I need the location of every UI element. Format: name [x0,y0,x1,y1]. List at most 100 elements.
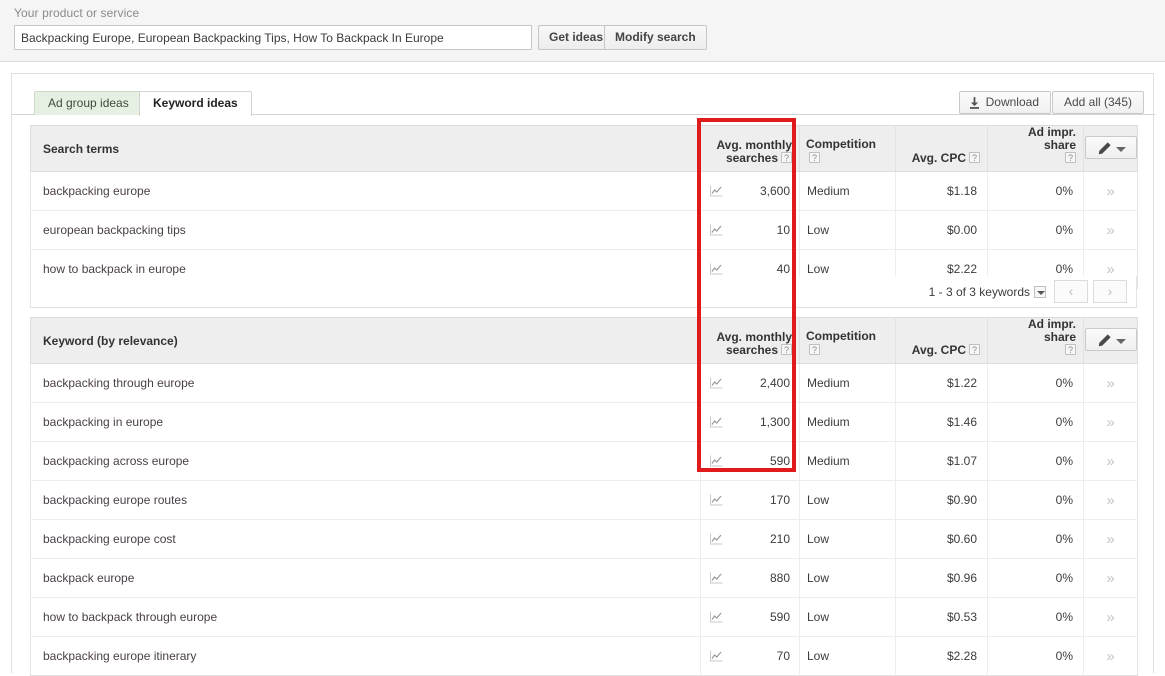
cell-expand-action[interactable]: » [1084,559,1138,598]
pagination-dropdown-icon[interactable] [1034,286,1046,298]
column-header-avg-cpc[interactable]: Avg. CPC? [896,318,988,364]
column-header-ad-impr-share[interactable]: Ad impr. share? [988,318,1084,364]
help-icon-competition[interactable]: ? [809,152,820,163]
results-panel: Ad group ideas Keyword ideas Download Ad… [11,73,1154,673]
table-row[interactable]: european backpacking tips10Low$0.000%» [31,211,1138,250]
table-row[interactable]: backpacking in europe1,300Medium$1.460%» [31,403,1138,442]
help-icon-avg-cpc[interactable]: ? [969,152,980,163]
help-icon-competition[interactable]: ? [809,344,820,355]
cell-keyword[interactable]: european backpacking tips [31,211,701,250]
help-icon-ad-impr-share[interactable]: ? [1065,152,1076,163]
search-terms-table: Search terms Avg. monthly searches? Comp… [30,125,1138,289]
help-icon-avg-searches[interactable]: ? [781,152,792,163]
add-all-button[interactable]: Add all (345) [1052,91,1144,114]
help-icon-avg-searches[interactable]: ? [781,344,792,355]
cell-avg-searches-value: 210 [770,532,790,546]
sparkline-icon[interactable] [710,533,723,545]
table-row[interactable]: backpack europe880Low$0.960%» [31,559,1138,598]
keyword-ideas-rows: backpacking through europe2,400Medium$1.… [31,364,1138,676]
sparkline-icon[interactable] [710,494,723,506]
pagination-text: 1 - 3 of 3 keywords [929,285,1030,299]
sparkline-icon[interactable] [710,185,723,197]
cell-avg-monthly-searches[interactable]: 590 [701,442,800,481]
column-header-avg-monthly-searches[interactable]: Avg. monthly searches? [701,126,800,172]
sparkline-icon[interactable] [710,377,723,389]
cell-keyword[interactable]: backpacking across europe [31,442,701,481]
cell-avg-cpc: $1.07 [896,442,988,481]
cell-avg-cpc: $0.53 [896,598,988,637]
help-icon-avg-cpc[interactable]: ? [969,344,980,355]
table-row[interactable]: backpacking through europe2,400Medium$1.… [31,364,1138,403]
table-row[interactable]: backpacking europe routes170Low$0.900%» [31,481,1138,520]
pagination-next-button[interactable]: › [1093,280,1127,303]
cell-expand-action[interactable]: » [1084,598,1138,637]
sparkline-icon[interactable] [710,650,723,662]
help-icon-ad-impr-share[interactable]: ? [1065,344,1076,355]
sparkline-icon[interactable] [710,416,723,428]
cell-keyword[interactable]: backpacking europe cost [31,520,701,559]
cell-avg-monthly-searches[interactable]: 2,400 [701,364,800,403]
tab-ad-group-ideas[interactable]: Ad group ideas [34,91,143,115]
table-row[interactable]: backpacking europe3,600Medium$1.180%» [31,172,1138,211]
cell-keyword[interactable]: backpack europe [31,559,701,598]
column-header-competition[interactable]: Competition? [800,126,896,172]
cell-keyword[interactable]: backpacking europe [31,172,701,211]
column-header-avg-cpc[interactable]: Avg. CPC? [896,126,988,172]
sparkline-icon[interactable] [710,263,723,275]
column-header-search-terms[interactable]: Search terms [31,126,701,172]
sparkline-icon[interactable] [710,611,723,623]
cell-avg-cpc: $0.60 [896,520,988,559]
search-terms-rows: backpacking europe3,600Medium$1.180%»eur… [31,172,1138,289]
table-row[interactable]: backpacking across europe590Medium$1.070… [31,442,1138,481]
cell-ad-impr-share: 0% [988,442,1084,481]
cell-expand-action[interactable]: » [1084,520,1138,559]
cell-expand-action[interactable]: » [1084,403,1138,442]
cell-ad-impr-share: 0% [988,559,1084,598]
cell-ad-impr-share: 0% [988,172,1084,211]
pagination-previous-button[interactable]: ‹ [1054,280,1088,303]
table-row[interactable]: how to backpack through europe590Low$0.5… [31,598,1138,637]
cell-avg-monthly-searches[interactable]: 880 [701,559,800,598]
avg-searches-line2: searches [726,151,778,165]
download-button[interactable]: Download [959,91,1051,114]
table-row[interactable]: backpacking europe cost210Low$0.600%» [31,520,1138,559]
cell-keyword[interactable]: backpacking through europe [31,364,701,403]
cell-avg-monthly-searches[interactable]: 210 [701,520,800,559]
modify-search-button[interactable]: Modify search [604,25,707,50]
sparkline-icon[interactable] [710,455,723,467]
column-header-ad-impr-share[interactable]: Ad impr. share? [988,126,1084,172]
cell-competition: Low [800,637,896,676]
cell-keyword[interactable]: how to backpack through europe [31,598,701,637]
sparkline-icon[interactable] [710,224,723,236]
sparkline-icon[interactable] [710,572,723,584]
cell-avg-monthly-searches[interactable]: 590 [701,598,800,637]
cell-keyword[interactable]: backpacking in europe [31,403,701,442]
column-header-competition[interactable]: Competition? [800,318,896,364]
get-ideas-button[interactable]: Get ideas [538,25,614,50]
cell-expand-action[interactable]: » [1084,637,1138,676]
cell-competition: Medium [800,172,896,211]
cell-expand-action[interactable]: » [1084,481,1138,520]
keywords-search-input[interactable] [14,25,532,50]
column-header-keyword-by-relevance[interactable]: Keyword (by relevance) [31,318,701,364]
column-header-avg-monthly-searches[interactable]: Avg. monthly searches? [701,318,800,364]
cell-avg-monthly-searches[interactable]: 70 [701,637,800,676]
cell-expand-action[interactable]: » [1084,211,1138,250]
cell-keyword[interactable]: backpacking europe routes [31,481,701,520]
edit-columns-dropdown-button[interactable] [1085,136,1137,159]
cell-avg-cpc: $1.22 [896,364,988,403]
cell-ad-impr-share: 0% [988,481,1084,520]
cell-avg-monthly-searches[interactable]: 10 [701,211,800,250]
cell-expand-action[interactable]: » [1084,172,1138,211]
cell-ad-impr-share: 0% [988,637,1084,676]
cell-avg-monthly-searches[interactable]: 1,300 [701,403,800,442]
cell-expand-action[interactable]: » [1084,442,1138,481]
competition-label: Competition [806,329,876,343]
tab-keyword-ideas[interactable]: Keyword ideas [139,91,252,116]
cell-avg-monthly-searches[interactable]: 3,600 [701,172,800,211]
cell-avg-monthly-searches[interactable]: 170 [701,481,800,520]
table-row[interactable]: backpacking europe itinerary70Low$2.280%… [31,637,1138,676]
edit-columns-dropdown-button[interactable] [1085,328,1137,351]
cell-keyword[interactable]: backpacking europe itinerary [31,637,701,676]
cell-expand-action[interactable]: » [1084,364,1138,403]
